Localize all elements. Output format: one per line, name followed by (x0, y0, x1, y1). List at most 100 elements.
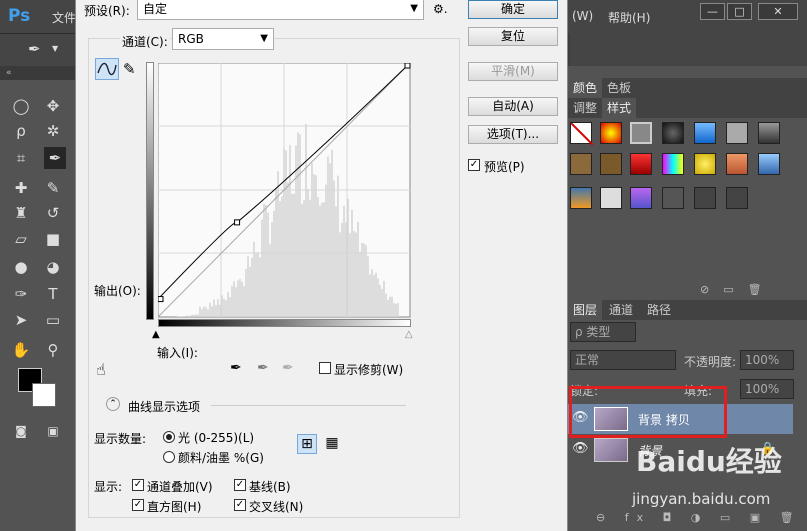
target-adjust-hand-icon[interactable]: ☝ (96, 360, 106, 379)
magic-wand-icon[interactable]: ✲ (42, 120, 64, 142)
chevron-down-icon[interactable]: ▼ (52, 44, 58, 53)
dodge-icon[interactable]: ◕ (42, 256, 64, 278)
style-swatch[interactable] (726, 153, 748, 175)
styles-footer-icons[interactable]: ⊘▭🗑 (700, 283, 776, 296)
quick-mask-icon[interactable]: ◙ (10, 420, 32, 442)
brush-icon[interactable]: ✎ (42, 177, 64, 199)
channel-select[interactable]: RGB ▼ (172, 28, 274, 50)
curve-point-tool-icon[interactable] (95, 58, 119, 80)
path-select-icon[interactable]: ➤ (10, 309, 32, 331)
pigment-radio[interactable] (163, 451, 175, 463)
minimize-button[interactable]: — (700, 3, 725, 20)
smooth-button[interactable]: 平滑(M) (468, 62, 558, 81)
style-swatch[interactable] (570, 187, 592, 209)
reset-button[interactable]: 复位 (468, 27, 558, 46)
style-swatch[interactable] (662, 153, 684, 175)
background-color[interactable] (32, 383, 56, 407)
layer-filter-kind[interactable]: ρ 类型 (570, 322, 636, 342)
layers-footer-icons[interactable]: ⊖ fx ◘ ◑ ▭ ▣ 🗑 (596, 511, 802, 524)
shape-icon[interactable]: ▭ (42, 309, 64, 331)
eyedropper-icon[interactable]: ✒ (28, 40, 41, 58)
eraser-icon[interactable]: ▱ (10, 228, 32, 250)
chevron-up-icon[interactable]: ⌃ (106, 397, 120, 411)
light-label: 光 (0-255)(L) (178, 431, 255, 445)
screen-mode-icon[interactable]: ▣ (42, 420, 64, 442)
tab-swatches[interactable]: 色板 (602, 78, 636, 98)
lasso-icon[interactable]: ρ (10, 120, 32, 142)
light-radio[interactable] (163, 431, 175, 443)
fill-field[interactable]: 100% (740, 379, 794, 399)
blend-mode-select[interactable]: 正常 (570, 350, 676, 370)
zoom-icon[interactable]: ⚲ (42, 339, 64, 361)
style-swatch[interactable] (630, 187, 652, 209)
black-point-slider-icon[interactable]: ▲ (152, 329, 160, 340)
simple-grid-icon[interactable]: ⊞ (297, 434, 317, 454)
options-button[interactable]: 选项(T)... (468, 125, 558, 144)
style-swatch[interactable] (662, 187, 684, 209)
preset-gear-icon[interactable]: ⚙. (433, 2, 448, 16)
menu-window[interactable]: (W) (572, 9, 593, 23)
crop-icon[interactable]: ⌗ (10, 147, 32, 169)
stamp-icon[interactable]: ♜ (10, 202, 32, 224)
style-swatch[interactable] (758, 153, 780, 175)
white-point-slider-icon[interactable]: △ (405, 329, 413, 340)
ok-button[interactable]: 确定 (468, 0, 558, 19)
tab-channels[interactable]: 通道 (604, 300, 638, 320)
menu-file[interactable]: 文件 (52, 9, 76, 26)
style-swatch[interactable] (570, 153, 592, 175)
style-swatch[interactable] (694, 153, 716, 175)
gray-eyedropper-icon[interactable]: ✒ (257, 360, 269, 376)
tab-adjustments[interactable]: 调整 (568, 98, 602, 118)
show-clipping-checkbox[interactable] (319, 362, 331, 374)
menu-help[interactable]: 帮助(H) (608, 9, 650, 26)
style-swatch[interactable] (570, 122, 594, 146)
channel-label: 通道(C): (120, 33, 170, 50)
style-swatch[interactable] (694, 187, 716, 209)
move-icon[interactable]: ✥ (42, 95, 64, 117)
style-swatch[interactable] (600, 122, 622, 144)
curve-control-point[interactable] (234, 219, 241, 226)
style-swatch[interactable] (630, 153, 652, 175)
tab-paths[interactable]: 路径 (642, 300, 676, 320)
style-swatch[interactable] (600, 153, 622, 175)
pen-icon[interactable]: ✑ (10, 283, 32, 305)
preset-select[interactable]: 自定 ▼ (137, 0, 424, 20)
curve-control-point[interactable] (158, 296, 164, 303)
eye-icon[interactable]: 👁 (572, 441, 589, 456)
style-swatch[interactable] (600, 187, 622, 209)
healing-brush-icon[interactable]: ✚ (10, 177, 32, 199)
histogram-checkbox[interactable]: ✓ (132, 499, 144, 511)
white-eyedropper-icon[interactable]: ✒ (282, 360, 294, 376)
channel-overlay-checkbox[interactable]: ✓ (132, 479, 144, 491)
baseline-checkbox[interactable]: ✓ (234, 479, 246, 491)
intersection-checkbox[interactable]: ✓ (234, 499, 246, 511)
gradient-icon[interactable]: ■ (42, 228, 64, 250)
style-swatch[interactable] (758, 122, 780, 144)
marquee-icon[interactable]: ◯ (10, 95, 32, 117)
maximize-button[interactable]: □ (727, 3, 752, 20)
history-brush-icon[interactable]: ↺ (42, 202, 64, 224)
style-swatch[interactable] (726, 187, 748, 209)
tab-color[interactable]: 颜色 (568, 78, 603, 98)
auto-button[interactable]: 自动(A) (468, 97, 558, 116)
blur-icon[interactable]: ● (10, 256, 32, 278)
pigment-label: 颜料/油墨 %(G) (178, 451, 264, 465)
tab-layers[interactable]: 图层 (568, 300, 603, 320)
opacity-field[interactable]: 100% (740, 350, 794, 370)
tab-styles[interactable]: 样式 (602, 98, 637, 118)
style-swatch[interactable] (630, 122, 652, 144)
style-swatch[interactable] (662, 122, 684, 144)
pencil-icon[interactable]: ✎ (123, 60, 136, 78)
style-swatch[interactable] (694, 122, 716, 144)
type-icon[interactable]: T (42, 283, 64, 305)
close-button[interactable]: ✕ (758, 3, 798, 20)
detailed-grid-icon[interactable]: ▦ (322, 434, 342, 454)
eyedropper-tool-icon[interactable]: ✒ (44, 147, 66, 169)
black-eyedropper-icon[interactable]: ✒ (230, 360, 242, 376)
curves-graph[interactable] (158, 63, 411, 318)
hand-icon[interactable]: ✋ (10, 339, 32, 361)
curve-control-point[interactable] (404, 63, 411, 69)
opacity-label: 不透明度: (684, 355, 737, 369)
style-swatch[interactable] (726, 122, 748, 144)
preview-checkbox[interactable]: ✓ (468, 159, 480, 171)
